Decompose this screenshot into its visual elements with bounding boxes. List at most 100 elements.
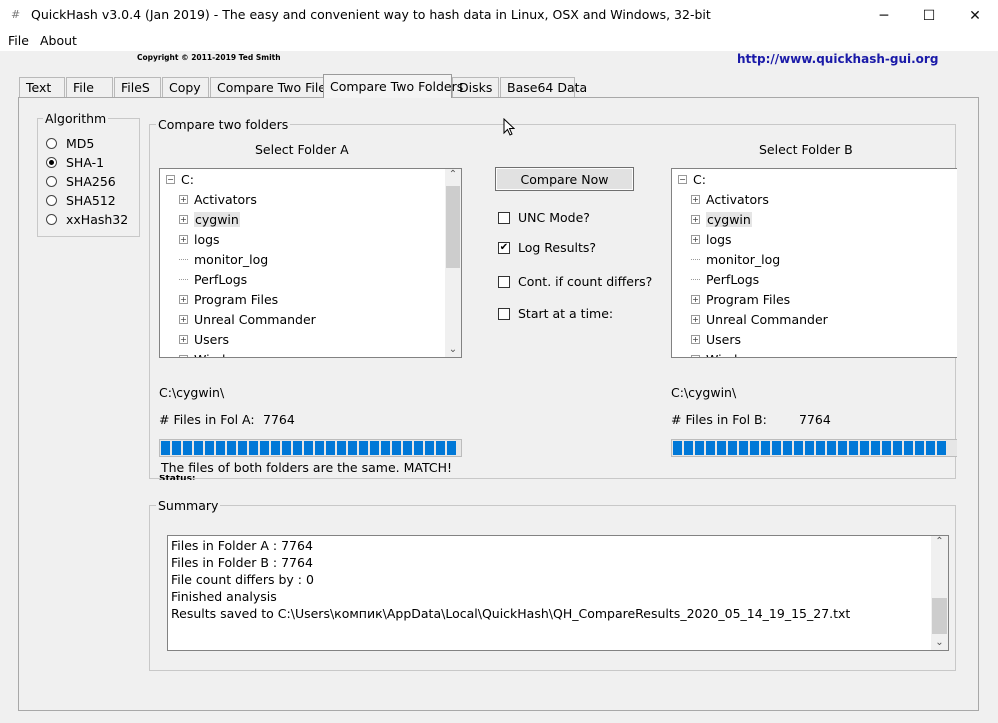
checkbox-label: Start at a time: bbox=[518, 306, 614, 321]
minimize-button[interactable]: ─ bbox=[861, 0, 907, 31]
progress-segment bbox=[783, 441, 792, 455]
tree-item[interactable]: + Users bbox=[179, 329, 229, 349]
tree-root-item[interactable]: − C: bbox=[678, 169, 706, 189]
tab-base64-data[interactable]: Base64 Data bbox=[500, 77, 587, 97]
folder-b-tree[interactable]: − C: + Activators + cygwin + logs monitor_log Per… bbox=[671, 168, 957, 358]
scroll-down-icon[interactable]: ⌄ bbox=[931, 637, 948, 648]
tree-item[interactable]: + Program Files bbox=[179, 289, 278, 309]
tree-item[interactable]: + Windows bbox=[691, 349, 762, 357]
tree-item-label: monitor_log bbox=[194, 251, 269, 267]
progress-segment bbox=[172, 441, 181, 455]
start-at-time-checkbox[interactable]: Start at a time: bbox=[498, 306, 613, 321]
tree-item[interactable]: + Activators bbox=[691, 189, 769, 209]
tree-root-item[interactable]: − C: bbox=[166, 169, 194, 189]
expand-icon[interactable]: + bbox=[691, 294, 700, 304]
folder-a-tree[interactable]: − C: + Activators + cygwin + logs monitor_log Per… bbox=[159, 168, 462, 358]
radio-md5[interactable]: MD5 bbox=[46, 136, 94, 151]
progress-segment bbox=[717, 441, 726, 455]
summary-log[interactable]: Files in Folder A : 7764 Files in Folder… bbox=[167, 535, 949, 651]
radio-label: SHA512 bbox=[66, 193, 116, 208]
maximize-button[interactable]: ☐ bbox=[906, 0, 952, 31]
algorithm-group-title: Algorithm bbox=[43, 111, 109, 126]
close-button[interactable]: ✕ bbox=[952, 0, 998, 31]
tree-item[interactable]: + cygwin bbox=[691, 209, 752, 229]
tree-item[interactable]: + Unreal Commander bbox=[691, 309, 828, 329]
folder-a-progress-bar bbox=[159, 439, 462, 457]
expand-icon[interactable]: + bbox=[179, 334, 188, 344]
tab-compare-two-folders[interactable]: Compare Two Folders bbox=[323, 74, 463, 98]
tab-file[interactable]: File bbox=[66, 77, 113, 97]
scrollbar-thumb[interactable] bbox=[932, 598, 947, 634]
radio-sha256[interactable]: SHA256 bbox=[46, 174, 116, 189]
collapse-icon[interactable]: − bbox=[166, 174, 175, 184]
progress-segment bbox=[447, 441, 456, 455]
summary-scrollbar[interactable]: ⌃ ⌄ bbox=[931, 536, 948, 650]
result-text: The files of both folders are the same. … bbox=[161, 460, 452, 475]
scroll-up-icon[interactable]: ⌃ bbox=[445, 169, 461, 180]
copyright-text: Copyright © 2011-2019 Ted Smith bbox=[137, 53, 281, 62]
tree-scrollbar[interactable]: ⌃ ⌄ bbox=[445, 169, 461, 357]
menu-file[interactable]: File bbox=[8, 33, 29, 48]
unc-mode-checkbox[interactable]: UNC Mode? bbox=[498, 210, 590, 225]
checkbox-label: Cont. if count differs? bbox=[518, 274, 653, 289]
menu-about[interactable]: About bbox=[40, 33, 77, 48]
expand-icon[interactable]: + bbox=[691, 334, 700, 344]
tree-item[interactable]: + Program Files bbox=[691, 289, 790, 309]
tab-files[interactable]: FileS bbox=[114, 77, 161, 97]
summary-line: Files in Folder A : 7764 bbox=[171, 538, 313, 553]
radio-xxhash32[interactable]: xxHash32 bbox=[46, 212, 128, 227]
log-results-checkbox[interactable]: ✔ Log Results? bbox=[498, 240, 596, 255]
progress-segment bbox=[926, 441, 935, 455]
expand-icon[interactable]: + bbox=[691, 194, 700, 204]
tab-copy[interactable]: Copy bbox=[162, 77, 209, 97]
progress-segment bbox=[805, 441, 814, 455]
progress-segment bbox=[359, 441, 368, 455]
progress-segment bbox=[893, 441, 902, 455]
scroll-down-icon[interactable]: ⌄ bbox=[445, 344, 461, 355]
continue-if-count-differs-checkbox[interactable]: Cont. if count differs? bbox=[498, 274, 652, 289]
progress-segment bbox=[772, 441, 781, 455]
menu-bar bbox=[0, 31, 998, 51]
files-in-folder-a-count: 7764 bbox=[263, 412, 295, 427]
tree-item[interactable]: + cygwin bbox=[179, 209, 240, 229]
scrollbar-thumb[interactable] bbox=[446, 186, 460, 268]
tree-item[interactable]: monitor_log bbox=[691, 249, 780, 269]
website-link[interactable]: http://www.quickhash-gui.org bbox=[737, 52, 938, 66]
expand-icon[interactable]: + bbox=[179, 214, 188, 224]
expand-icon[interactable]: + bbox=[179, 234, 188, 244]
tree-item[interactable]: PerfLogs bbox=[179, 269, 247, 289]
tree-item[interactable]: + Users bbox=[691, 329, 741, 349]
select-folder-b-label: Select Folder B bbox=[759, 142, 853, 157]
progress-segment bbox=[860, 441, 869, 455]
compare-now-button[interactable]: Compare Now bbox=[495, 167, 634, 191]
progress-segment bbox=[249, 441, 258, 455]
tab-text[interactable]: Text bbox=[19, 77, 65, 97]
expand-icon[interactable]: + bbox=[691, 354, 700, 357]
expand-icon[interactable]: + bbox=[691, 314, 700, 324]
expand-icon[interactable]: + bbox=[691, 234, 700, 244]
tree-item[interactable]: + Windows bbox=[179, 349, 250, 357]
folder-b-progress-bar bbox=[671, 439, 957, 457]
expand-icon[interactable]: + bbox=[691, 214, 700, 224]
expand-icon[interactable]: + bbox=[179, 294, 188, 304]
tree-item[interactable]: + logs bbox=[179, 229, 220, 249]
tab-compare-two-files[interactable]: Compare Two Files bbox=[210, 77, 333, 97]
progress-segment bbox=[370, 441, 379, 455]
expand-icon[interactable]: + bbox=[179, 194, 188, 204]
tree-item[interactable]: monitor_log bbox=[179, 249, 268, 269]
radio-sha1[interactable]: SHA-1 bbox=[46, 155, 104, 170]
progress-segment bbox=[937, 441, 946, 455]
tree-item[interactable]: PerfLogs bbox=[691, 269, 759, 289]
tree-item[interactable]: + logs bbox=[691, 229, 732, 249]
mouse-cursor-icon bbox=[503, 118, 515, 136]
expand-icon[interactable]: + bbox=[179, 314, 188, 324]
collapse-icon[interactable]: − bbox=[678, 174, 687, 184]
tree-item[interactable]: + Unreal Commander bbox=[179, 309, 316, 329]
tree-line-icon bbox=[179, 258, 188, 260]
progress-segment bbox=[436, 441, 445, 455]
radio-sha512[interactable]: SHA512 bbox=[46, 193, 116, 208]
scroll-up-icon[interactable]: ⌃ bbox=[931, 536, 948, 547]
progress-segment bbox=[304, 441, 313, 455]
tree-item[interactable]: + Activators bbox=[179, 189, 257, 209]
expand-icon[interactable]: + bbox=[179, 354, 188, 357]
